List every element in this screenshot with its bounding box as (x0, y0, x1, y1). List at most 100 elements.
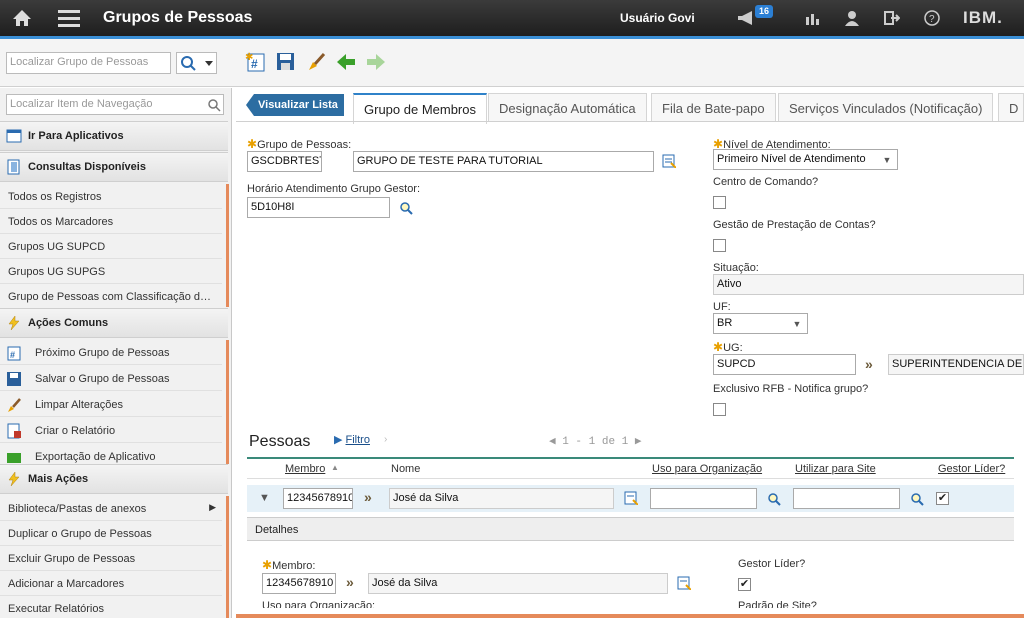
query-item[interactable]: Todos os Marcadores (0, 209, 222, 234)
table-header: Membro ▲ Nome Uso para Organização Utili… (247, 457, 1014, 479)
table-row[interactable]: ▼ 12345678910 » José da Silva ✔ (247, 485, 1014, 512)
detail-menu-icon[interactable]: » (364, 489, 372, 505)
query-item[interactable]: Grupos UG SUPCD (0, 234, 222, 259)
goto-apps-section[interactable]: Ir Para Aplicativos (0, 121, 228, 151)
action-save-group[interactable]: Salvar o Grupo de Pessoas (0, 366, 222, 391)
save-icon[interactable] (275, 51, 297, 73)
menu-icon[interactable] (58, 8, 80, 28)
action-create-report[interactable]: Criar o Relatório (0, 418, 222, 443)
more-actions-scrollbar[interactable] (226, 496, 229, 618)
uf-label: UF: (713, 301, 731, 313)
more-action-item[interactable]: Duplicar o Grupo de Pessoas (0, 521, 222, 546)
action-clear-changes[interactable]: Limpar Alterações (0, 392, 222, 417)
user-icon[interactable] (842, 8, 862, 28)
report-icon (7, 423, 21, 439)
common-actions-section: Ações Comuns (0, 308, 228, 338)
more-action-item[interactable]: Executar Relatórios (0, 596, 222, 618)
app-title: Grupos de Pessoas (103, 9, 253, 26)
search-icon (181, 56, 213, 71)
actions-scrollbar[interactable] (226, 340, 229, 464)
query-item[interactable]: Grupos UG SUPGS (0, 259, 222, 284)
col-membro[interactable]: Membro (285, 463, 325, 475)
d-padrao-label: Padrão de Site? (738, 600, 817, 608)
tab-more[interactable]: D (998, 93, 1024, 121)
user-name[interactable]: Usuário Govi (620, 11, 695, 25)
lookup-icon[interactable] (767, 492, 781, 506)
d-gestor-label: Gestor Líder? (738, 558, 806, 570)
search-input[interactable]: Localizar Grupo de Pessoas (6, 52, 171, 74)
main-content: Visualizar Lista Grupo de Membros Design… (236, 88, 1024, 618)
group-code-field[interactable]: GSCDBRTEST (247, 151, 322, 172)
filter-icon: ▶ (334, 434, 346, 446)
query-item[interactable]: Grupo de Pessoas com Classificação de Se… (0, 284, 222, 309)
row-uso-org-field[interactable] (650, 488, 757, 509)
horario-field[interactable]: 5D10H8I (247, 197, 390, 218)
tab-group-members[interactable]: Grupo de Membros (353, 93, 487, 124)
long-description-icon[interactable] (662, 154, 676, 168)
queries-scrollbar[interactable] (226, 184, 229, 307)
toolbar: Localizar Grupo de Pessoas # ✱ (0, 39, 1024, 87)
tab-linked-services[interactable]: Serviços Vinculados (Notificação) (778, 93, 994, 121)
svg-text:?: ? (929, 14, 935, 25)
col-nome[interactable]: Nome (391, 463, 420, 475)
filter-toggle[interactable]: ▶ Filtro (334, 433, 370, 446)
lookup-icon[interactable] (910, 492, 924, 506)
row-membro-field[interactable]: 12345678910 (283, 488, 353, 509)
group-description-field[interactable]: GRUPO DE TESTE PARA TUTORIAL (353, 151, 654, 172)
next-arrow-icon[interactable] (365, 51, 387, 73)
nav-search-input[interactable]: Localizar Item de Navegação (6, 94, 224, 115)
more-action-item[interactable]: Adicionar a Marcadores (0, 571, 222, 596)
clear-changes-icon (8, 398, 21, 412)
notification-badge: 16 (755, 5, 774, 18)
submenu-arrow-icon: ▶ (209, 502, 216, 512)
gestao-checkbox[interactable] (713, 239, 726, 252)
pessoas-section-title: Pessoas (249, 433, 311, 450)
lightning-icon (8, 471, 20, 487)
query-icon (7, 159, 20, 175)
more-action-item[interactable]: Excluir Grupo de Pessoas (0, 546, 222, 571)
ug-code-field[interactable]: SUPCD (713, 354, 856, 375)
sort-asc-icon[interactable]: ▲ (331, 463, 339, 472)
new-record-icon[interactable]: # ✱ (245, 51, 267, 73)
exclusivo-checkbox[interactable] (713, 403, 726, 416)
search-button[interactable] (176, 52, 217, 74)
d-gestor-checkbox[interactable]: ✔ (738, 578, 751, 591)
chevron-down-icon: ▼ (882, 154, 892, 165)
horario-label: Horário Atendimento Grupo Gestor: (247, 183, 421, 195)
row-nome-field: José da Silva (389, 488, 614, 509)
tab-auto-assignment[interactable]: Designação Automática (488, 93, 647, 121)
situacao-field: Ativo (713, 274, 1024, 295)
row-gestor-checkbox[interactable]: ✔ (936, 492, 949, 505)
tab-chat-queue[interactable]: Fila de Bate-papo (651, 93, 776, 121)
expand-row-icon[interactable]: ▼ (259, 492, 270, 504)
long-description-icon[interactable] (624, 491, 638, 505)
top-bar: Grupos de Pessoas Usuário Govi 16 ? IBM. (0, 0, 1024, 39)
detail-menu-icon[interactable]: » (346, 574, 354, 590)
logout-icon[interactable] (882, 8, 902, 28)
row-site-field[interactable] (793, 488, 900, 509)
detail-menu-icon[interactable]: » (865, 356, 873, 372)
clear-changes-icon[interactable] (305, 51, 327, 73)
col-uso-org[interactable]: Uso para Organização (652, 463, 762, 475)
d-membro-field[interactable]: 12345678910 (262, 573, 336, 594)
query-item[interactable]: Todos os Registros (0, 184, 222, 209)
col-site[interactable]: Utilizar para Site (795, 463, 876, 475)
ug-label: ✱UG: (713, 340, 743, 354)
more-action-item[interactable]: Biblioteca/Pastas de anexos ▶ (0, 496, 222, 521)
megaphone-icon[interactable] (736, 8, 756, 28)
d-uso-label: Uso para Organização: (262, 600, 376, 608)
long-description-icon[interactable] (677, 576, 691, 590)
lookup-icon[interactable] (399, 201, 413, 215)
action-next-group[interactable]: # Próximo Grupo de Pessoas (0, 340, 222, 365)
previous-arrow-icon[interactable] (335, 51, 357, 73)
centro-checkbox[interactable] (713, 196, 726, 209)
back-to-list-button[interactable]: Visualizar Lista (246, 94, 344, 116)
home-icon[interactable] (12, 8, 32, 28)
more-actions-section: Mais Ações (0, 464, 228, 494)
uf-select[interactable]: BR ▼ (713, 313, 808, 334)
d-membro-label: ✱Membro: (262, 558, 316, 572)
col-gestor[interactable]: Gestor Líder? (938, 463, 1005, 475)
help-icon[interactable]: ? (922, 8, 942, 28)
nivel-select[interactable]: Primeiro Nível de Atendimento ▼ (713, 149, 898, 170)
chart-icon[interactable] (803, 8, 823, 28)
